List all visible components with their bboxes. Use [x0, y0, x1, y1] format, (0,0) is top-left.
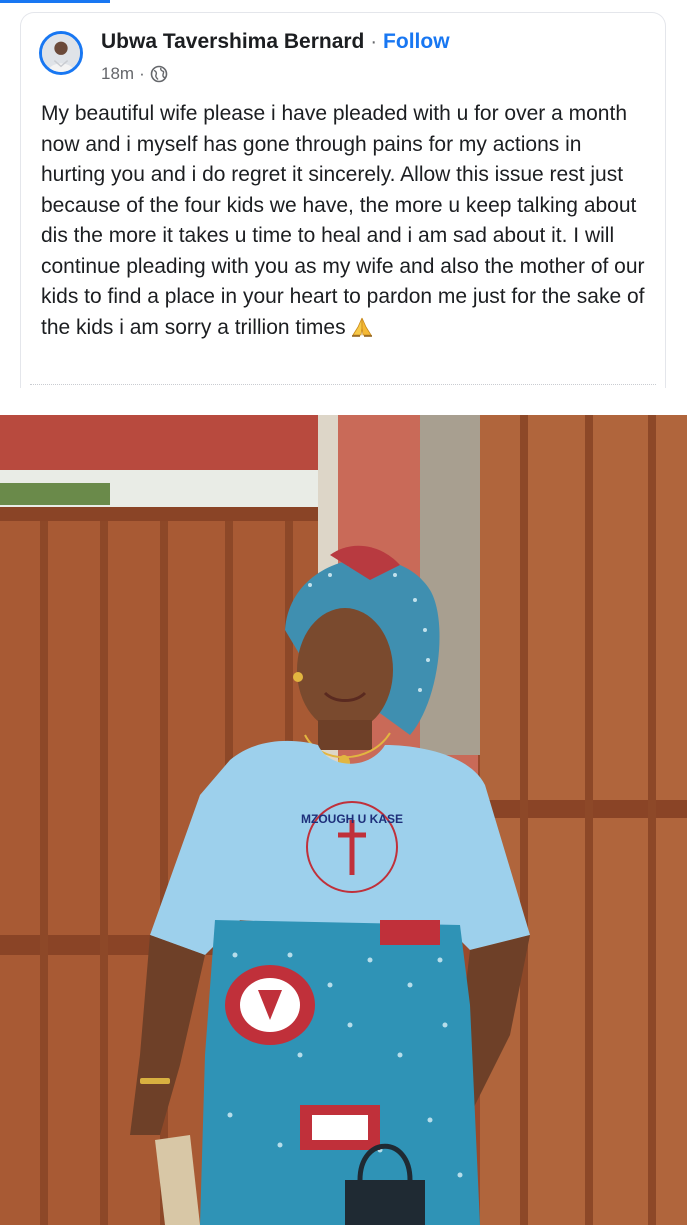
- post-text-body: My beautiful wife please i have pleaded …: [41, 102, 645, 339]
- cut-off-text-line: [30, 384, 656, 388]
- screenshot-fold-gap: [0, 388, 687, 415]
- top-tab-indicator: [0, 0, 110, 3]
- post-header: Ubwa Tavershima Bernard · Follow: [101, 29, 450, 55]
- post-meta: 18m ·: [101, 63, 168, 85]
- author-name[interactable]: Ubwa Tavershima Bernard: [101, 30, 364, 54]
- folded-hands-icon: [350, 315, 374, 337]
- globe-icon: [150, 65, 168, 83]
- avatar-image: [42, 34, 80, 72]
- follow-button[interactable]: Follow: [383, 30, 450, 54]
- post-timestamp[interactable]: 18m: [101, 64, 134, 84]
- post-card: Ubwa Tavershima Bernard · Follow 18m · M…: [20, 12, 666, 388]
- photo-illustration: MZOUGH U KASE: [0, 415, 687, 1225]
- shirt-print-text: MZOUGH U KASE: [301, 812, 403, 826]
- avatar[interactable]: [39, 31, 83, 75]
- post-photo[interactable]: MZOUGH U KASE: [0, 415, 687, 1225]
- meta-separator: ·: [139, 64, 145, 83]
- header-separator: ·: [370, 30, 378, 53]
- post-text: My beautiful wife please i have pleaded …: [41, 99, 651, 343]
